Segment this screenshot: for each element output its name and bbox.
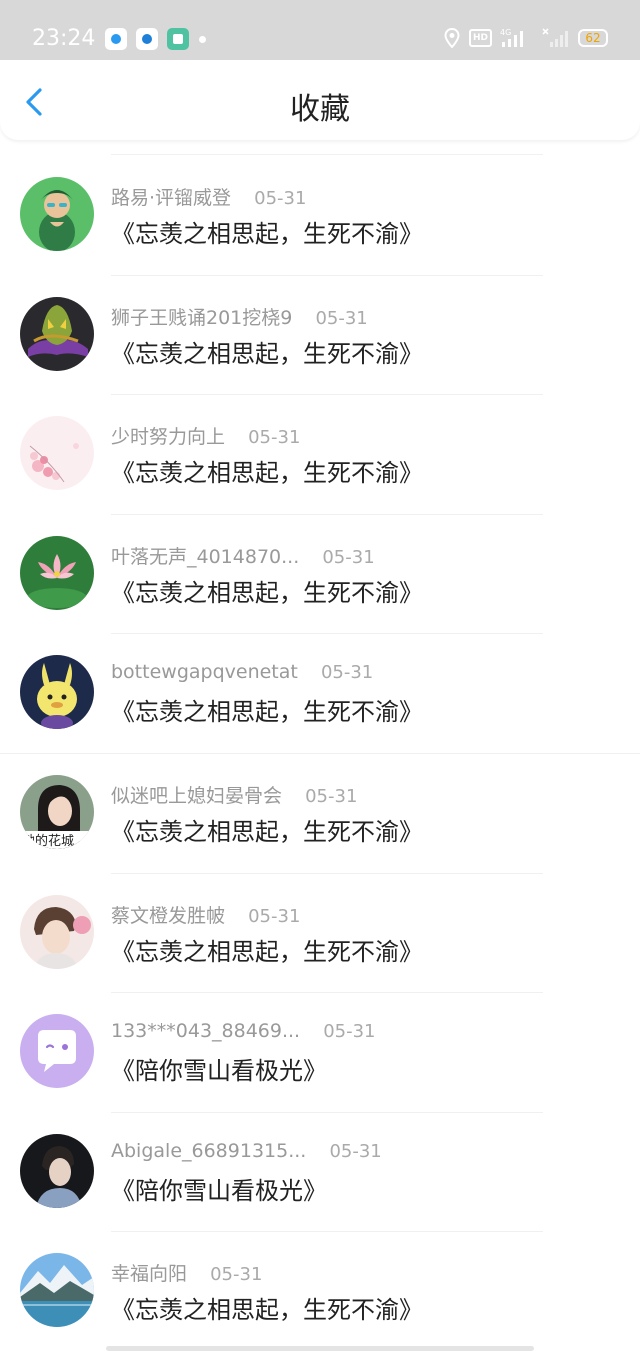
- home-indicator[interactable]: [106, 1346, 534, 1351]
- post-date: 05-31: [254, 188, 307, 209]
- dark-portrait-avatar-icon: [20, 1133, 94, 1208]
- girl-portrait-avatar-icon: 她的花城: [20, 774, 94, 849]
- post-date: 05-31: [248, 905, 301, 927]
- avatar[interactable]: [20, 1133, 94, 1208]
- green-hair-avatar-icon: [20, 177, 94, 251]
- user-name[interactable]: 蔡文橙发胜帔: [111, 901, 225, 928]
- post-title[interactable]: 《陪你雪山看极光》: [111, 1051, 327, 1086]
- user-name[interactable]: 少时努力向上: [111, 422, 225, 449]
- pink-blossom-avatar-icon: [20, 416, 94, 491]
- dark-creature-avatar-icon: [20, 296, 94, 371]
- divider: [111, 154, 543, 155]
- user-name[interactable]: 似迷吧上媳妇晏骨会: [111, 781, 282, 808]
- battery-icon: 62: [578, 29, 608, 47]
- post-date: 05-31: [210, 1264, 263, 1286]
- target-app-icon: [136, 28, 158, 50]
- item-meta: 狮子王贱诵201挖桡9 05-31: [111, 303, 368, 330]
- mountain-lake-avatar-icon: [20, 1253, 94, 1328]
- user-name[interactable]: 幸福向阳: [111, 1259, 187, 1286]
- list-item[interactable]: 133***043_88469... 05-31 《陪你雪山看极光》: [0, 993, 640, 1113]
- grid-app-icon: [167, 28, 189, 50]
- purple-chat-avatar-icon: [20, 1014, 94, 1089]
- user-name[interactable]: 狮子王贱诵201挖桡9: [111, 303, 292, 330]
- list-item[interactable]: bottewgapqvenetat 05-31 《忘羡之相思起，生死不渝》: [0, 634, 640, 754]
- item-meta: 蔡文橙发胜帔 05-31: [111, 901, 300, 928]
- list-item[interactable]: 路易·评镏威登 05-31 《忘羡之相思起，生死不渝》: [0, 156, 640, 276]
- hd-badge: HD: [469, 29, 492, 47]
- list-item[interactable]: 狮子王贱诵201挖桡9 05-31 《忘羡之相思起，生死不渝》: [0, 276, 640, 396]
- network-type-label: 4G: [500, 28, 511, 37]
- list-item[interactable]: 叶落无声_4014870... 05-31 《忘羡之相思起，生死不渝》: [0, 515, 640, 635]
- post-title[interactable]: 《忘羡之相思起，生死不渝》: [111, 334, 423, 369]
- item-meta: 叶落无声_4014870... 05-31: [111, 542, 375, 569]
- avatar[interactable]: [20, 1253, 94, 1328]
- notification-dot: [199, 36, 206, 43]
- post-title[interactable]: 《忘羡之相思起，生死不渝》: [111, 573, 423, 608]
- list-item[interactable]: 蔡文橙发胜帔 05-31 《忘羡之相思起，生死不渝》: [0, 874, 640, 994]
- boy-portrait-avatar-icon: [20, 894, 94, 969]
- avatar[interactable]: [20, 1014, 94, 1089]
- avatar[interactable]: [20, 416, 94, 491]
- avatar[interactable]: 她的花城: [20, 774, 94, 849]
- yellow-bunny-avatar-icon: [20, 655, 94, 730]
- avatar-caption: 她的花城: [22, 833, 74, 849]
- avatar[interactable]: [20, 535, 94, 610]
- item-meta: Abigale_66891315... 05-31: [111, 1140, 382, 1162]
- user-name[interactable]: Abigale_66891315...: [111, 1140, 306, 1162]
- avatar[interactable]: [20, 894, 94, 969]
- post-title[interactable]: 《忘羡之相思起，生死不渝》: [111, 1290, 423, 1325]
- app-header: 收藏: [0, 60, 640, 140]
- status-bar: 23:24 HD 4G 62: [0, 0, 640, 60]
- post-date: 05-31: [320, 662, 374, 684]
- post-date: 05-31: [305, 785, 358, 807]
- qq-browser-icon: [105, 28, 127, 50]
- post-title[interactable]: 《忘羡之相思起，生死不渝》: [111, 692, 423, 727]
- post-date: 05-31: [323, 1021, 376, 1043]
- item-meta: bottewgapqvenetat 05-31: [111, 661, 373, 683]
- post-date: 05-31: [322, 546, 375, 568]
- post-title[interactable]: 《陪你雪山看极光》: [111, 1171, 327, 1206]
- user-name[interactable]: 叶落无声_4014870...: [111, 542, 299, 569]
- post-date: 05-31: [315, 307, 368, 329]
- list-item[interactable]: 幸福向阳 05-31 《忘羡之相思起，生死不渝》: [0, 1232, 640, 1351]
- avatar[interactable]: [20, 177, 94, 251]
- favorites-list: 路易·评镏威登 05-31 《忘羡之相思起，生死不渝》 狮子王贱诵201挖桡9 …: [0, 156, 640, 1351]
- list-item[interactable]: Abigale_66891315... 05-31 《陪你雪山看极光》: [0, 1113, 640, 1233]
- lotus-avatar-icon: [20, 535, 94, 610]
- list-item[interactable]: 她的花城 似迷吧上媳妇晏骨会 05-31 《忘羡之相思起，生死不渝》: [0, 754, 640, 874]
- item-meta: 少时努力向上 05-31: [111, 422, 300, 449]
- signal-icon: 4G: [500, 28, 523, 47]
- location-icon: [444, 28, 460, 48]
- page-title: 收藏: [290, 92, 350, 127]
- post-date: 05-31: [329, 1140, 382, 1162]
- user-name[interactable]: 路易·评镏威登: [111, 183, 231, 210]
- list-item[interactable]: 少时努力向上 05-31 《忘羡之相思起，生死不渝》: [0, 395, 640, 515]
- post-title[interactable]: 《忘羡之相思起，生死不渝》: [111, 812, 423, 847]
- status-time: 23:24: [32, 26, 96, 51]
- post-title[interactable]: 《忘羡之相思起，生死不渝》: [111, 214, 423, 249]
- user-name[interactable]: 133***043_88469...: [111, 1020, 300, 1042]
- post-title[interactable]: 《忘羡之相思起，生死不渝》: [111, 453, 423, 488]
- post-date: 05-31: [248, 427, 301, 449]
- user-name[interactable]: bottewgapqvenetat: [111, 661, 298, 683]
- signal-icon-2: [542, 28, 568, 47]
- item-meta: 似迷吧上媳妇晏骨会 05-31: [111, 781, 357, 808]
- item-meta: 133***043_88469... 05-31: [111, 1020, 376, 1042]
- post-title[interactable]: 《忘羡之相思起，生死不渝》: [111, 932, 423, 967]
- item-meta: 路易·评镏威登 05-31: [111, 183, 306, 210]
- avatar[interactable]: [20, 655, 94, 730]
- avatar[interactable]: [20, 296, 94, 371]
- item-meta: 幸福向阳 05-31: [111, 1259, 262, 1286]
